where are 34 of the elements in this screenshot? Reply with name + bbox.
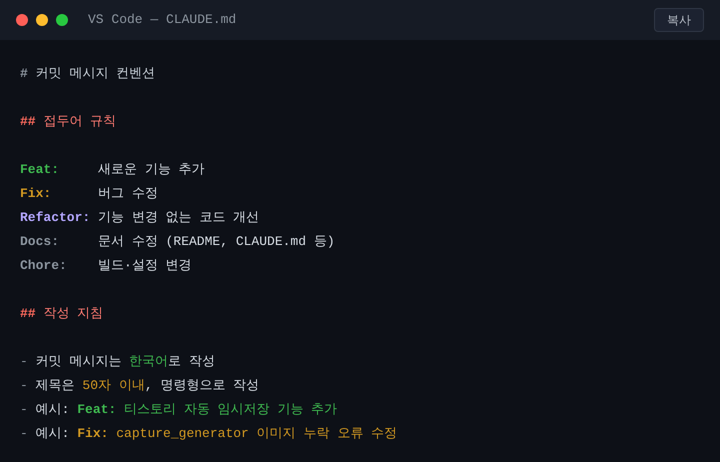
code-text: 커밋 메시지 컨벤션 bbox=[34, 65, 156, 84]
code-text: , 명령형으로 작성 bbox=[144, 377, 260, 396]
code-text: 티스토리 자동 임시저장 기능 추가 bbox=[123, 401, 338, 420]
markdown-token: Fix: bbox=[77, 425, 108, 444]
code-text: - bbox=[20, 401, 28, 420]
code-text: 새로운 기능 추가 bbox=[98, 161, 205, 180]
markdown-token: ## bbox=[20, 305, 36, 324]
code-text: - bbox=[20, 353, 28, 372]
code-text: 제목은 bbox=[34, 377, 76, 396]
markdown-token: Feat: bbox=[77, 401, 116, 420]
code-text: 로 작성 bbox=[168, 353, 216, 372]
window-title: VS Code — CLAUDE.md bbox=[88, 11, 236, 30]
code-text: 예시: bbox=[34, 401, 70, 420]
code-text: 예시: bbox=[34, 425, 70, 444]
code-text: 기능 변경 없는 코드 개선 bbox=[98, 209, 260, 228]
prefix-label: Chore: bbox=[20, 257, 68, 276]
prefix-label: Docs: bbox=[20, 233, 60, 252]
code-text: 한국어 bbox=[129, 353, 168, 372]
code-text: - bbox=[20, 425, 28, 444]
markdown-token: ## bbox=[20, 113, 36, 132]
markdown-token: # bbox=[20, 65, 28, 84]
code-text: 버그 수정 bbox=[98, 185, 158, 204]
code-text: 50자 이내 bbox=[82, 377, 145, 396]
code-text: 작성 지침 bbox=[42, 305, 104, 324]
prefix-label: Feat: bbox=[20, 161, 60, 180]
prefix-label: Refactor: bbox=[20, 209, 92, 228]
code-text: 빌드·설정 변경 bbox=[98, 257, 192, 276]
code-text: - bbox=[20, 377, 28, 396]
prefix-label: Fix: bbox=[20, 185, 52, 204]
code-text: 문서 수정 (README, CLAUDE.md 등) bbox=[98, 233, 335, 252]
code-text: 커밋 메시지는 bbox=[34, 353, 122, 372]
code-text: capture_generator 이미지 누락 오류 수정 bbox=[115, 425, 398, 444]
code-text: 접두어 규칙 bbox=[42, 113, 116, 132]
copy-button[interactable]: 복사 bbox=[654, 8, 704, 32]
